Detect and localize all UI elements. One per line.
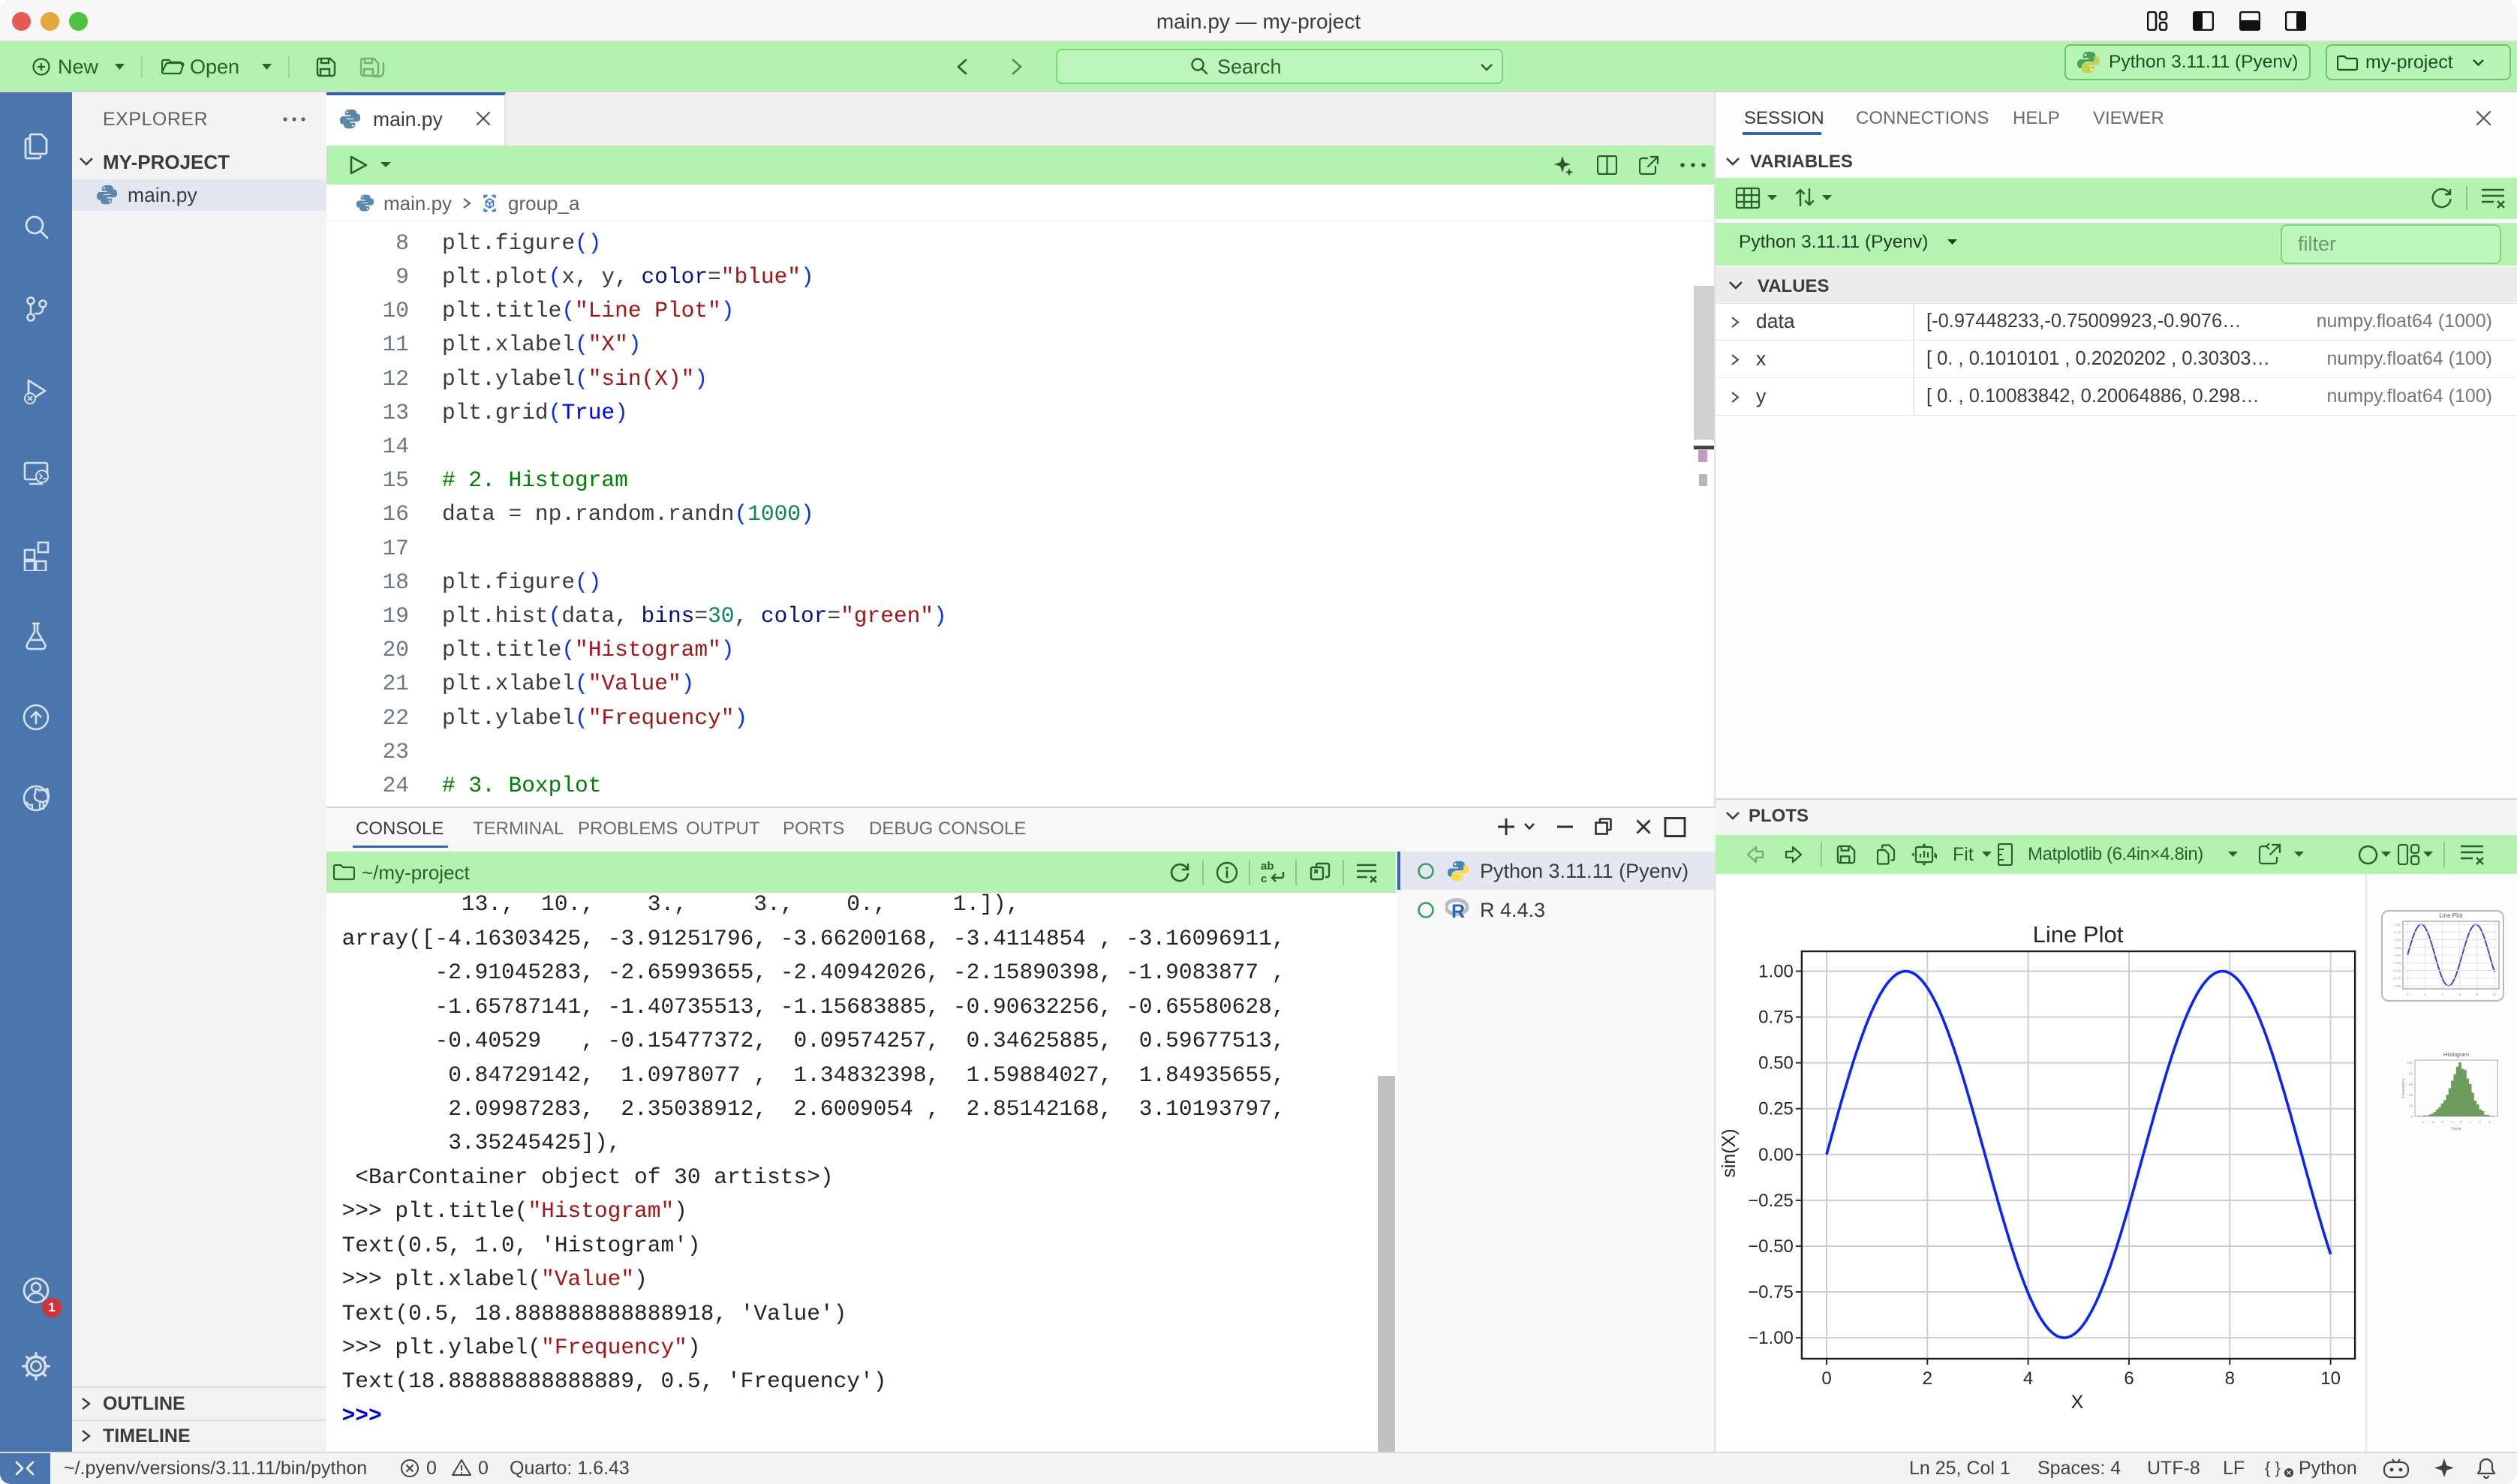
svg-text:100: 100 <box>2407 1061 2413 1065</box>
svg-text:Histogram: Histogram <box>2443 1051 2469 1058</box>
svg-text:Value: Value <box>2451 1127 2461 1131</box>
svg-text:{ }: { } <box>2265 1458 2281 1477</box>
svg-text:40: 40 <box>2409 1093 2413 1097</box>
svg-text:-2: -2 <box>2440 1120 2443 1124</box>
svg-text:-3: -3 <box>2431 1120 2434 1124</box>
svg-text:1: 1 <box>2470 1120 2472 1124</box>
svg-text:20: 20 <box>2409 1104 2413 1108</box>
svg-text:0: 0 <box>2460 1120 2462 1124</box>
svg-text:Frequency: Frequency <box>2401 1078 2406 1098</box>
svg-text:80: 80 <box>2409 1071 2413 1075</box>
svg-text:0: 0 <box>2410 1115 2413 1119</box>
svg-text:-4: -4 <box>2422 1120 2425 1124</box>
svg-text:60: 60 <box>2409 1083 2413 1086</box>
svg-text:3: 3 <box>2488 1120 2491 1124</box>
svg-text:-1: -1 <box>2450 1120 2453 1124</box>
svg-text:2: 2 <box>2479 1120 2481 1124</box>
